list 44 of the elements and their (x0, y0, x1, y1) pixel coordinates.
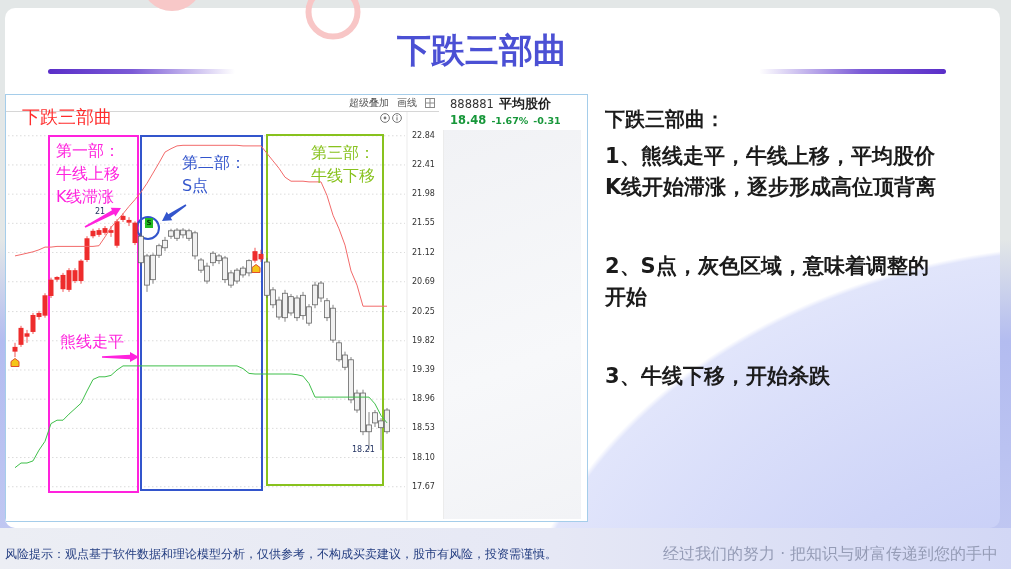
toolbar-button[interactable]: 超级叠加 (349, 97, 389, 109)
explanation-point: 3、牛线下移，开始杀跌 (605, 363, 831, 390)
stock-price: 18.48 (450, 113, 487, 127)
slogan: 经过我们的努力 · 把知识与财富传递到您的手中 (663, 544, 998, 565)
price-tick-label: 17.67 (412, 481, 435, 492)
change-amount: -0.31 (533, 115, 561, 126)
phase-label: 第一部： 牛线上移 K线滞涨 (56, 140, 120, 207)
risk-disclaimer: 风险提示：观点基于软件数据和理论模型分析，仅供参考，不构成买卖建议，股市有风险，投资需谨慎。 (5, 547, 557, 562)
explanation-title: 下跌三部曲： (605, 108, 726, 130)
arrow-icon (84, 207, 121, 228)
price-tick-label: 21.98 (412, 189, 435, 200)
toolbar-button[interactable]: 画线 (397, 97, 417, 109)
price-label: 21 (95, 207, 106, 217)
target-icon[interactable] (380, 113, 390, 123)
slide-title: 下跌三部曲 (397, 30, 567, 70)
phase-label: 第二部： S点 (182, 152, 246, 197)
info-icon[interactable] (392, 113, 402, 123)
highlight-circle (136, 216, 160, 240)
price-tick-label: 21.55 (412, 218, 435, 229)
price-tick-label: 18.10 (412, 452, 435, 463)
ring-icon (305, 0, 361, 40)
price-tick-label: 19.39 (412, 364, 435, 375)
marker-icon (10, 358, 20, 367)
price-tick-label: 21.12 (412, 247, 435, 258)
explanation-point: 1、熊线走平，牛线上移，平均股价 K线开始滞涨，逐步形成高位顶背离 (605, 143, 937, 201)
price-label: 18.21 (352, 445, 375, 455)
stock-name: 平均股价 (498, 96, 551, 113)
price-tick-label: 19.82 (412, 335, 435, 346)
grid-icon[interactable] (425, 98, 435, 108)
price-tick-label: 22.84 (412, 130, 435, 141)
arrow-icon (162, 204, 187, 221)
marker-icon (251, 264, 261, 273)
phase-label: 第三部： 牛线下移 (311, 142, 375, 187)
price-tick-label: 22.41 (412, 159, 435, 170)
price-tick-label: 18.53 (412, 423, 435, 434)
change-percent: -1.67% (491, 115, 529, 126)
price-tick-label: 20.69 (412, 276, 435, 287)
arrow-icon (102, 352, 139, 362)
explanation-point: 2、S点，灰色区域，意味着调整的 开始 (605, 253, 930, 311)
note-label: 熊线走平 (60, 331, 124, 353)
price-tick-label: 18.96 (412, 394, 435, 405)
price-tick-label: 20.25 (412, 306, 435, 317)
chart-title: 下跌三部曲 (22, 106, 112, 127)
stock-code: 888881 (450, 97, 494, 111)
